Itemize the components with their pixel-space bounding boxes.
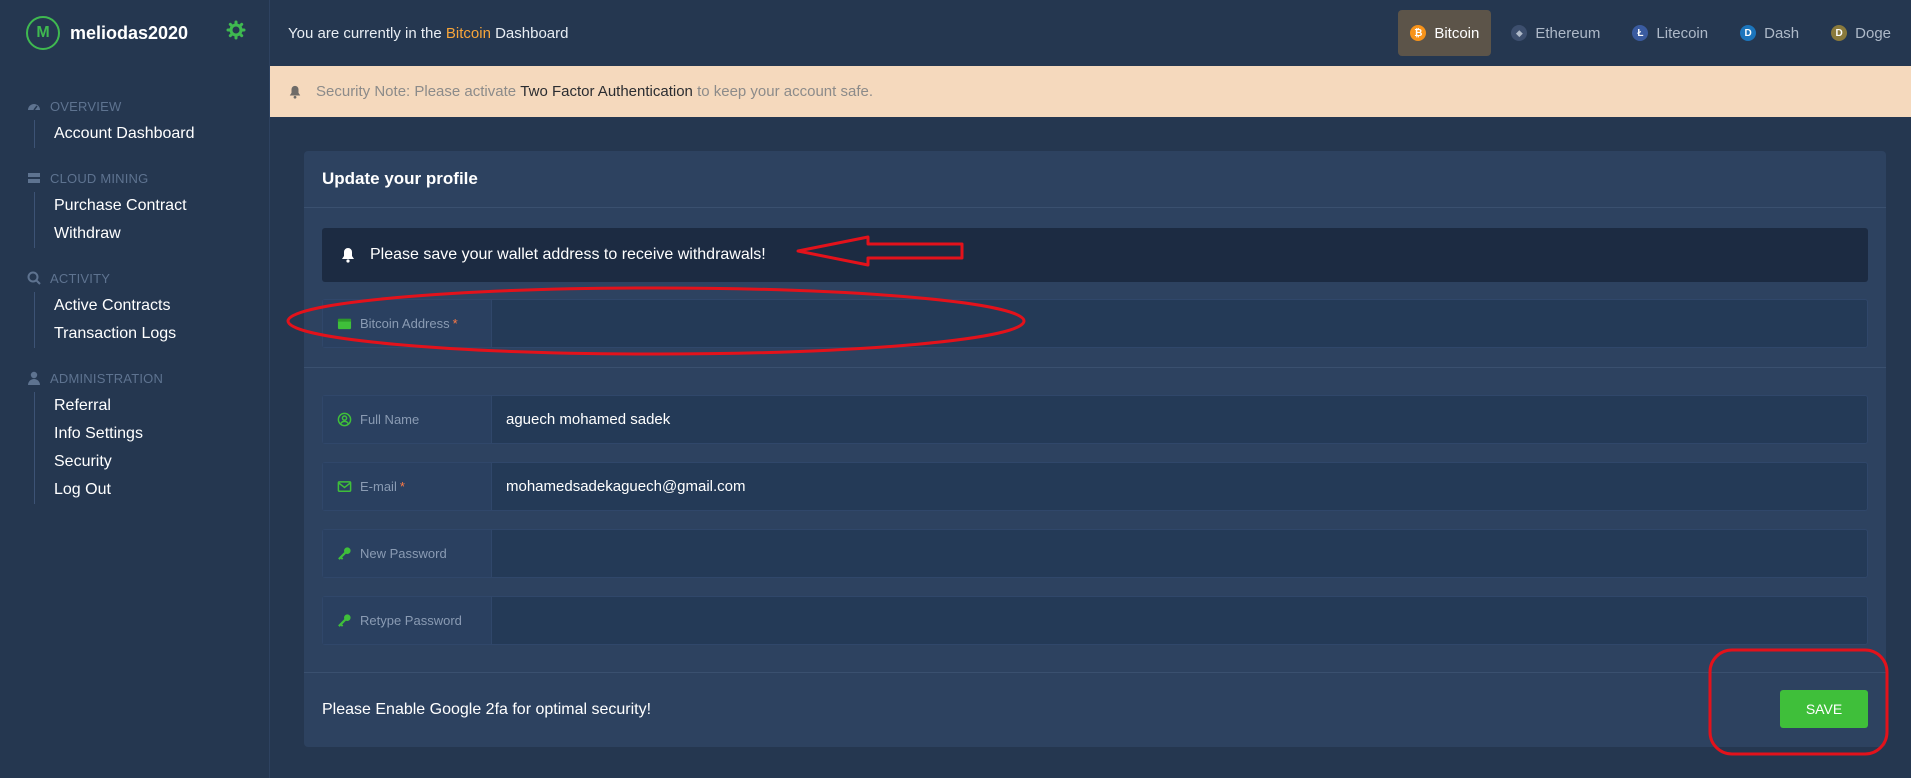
nav-heading-administration: ADMINISTRATION: [26, 368, 269, 388]
gear-icon[interactable]: [226, 20, 246, 40]
sidebar-item-log-out[interactable]: Log Out: [35, 476, 269, 504]
bell-icon: [289, 85, 301, 99]
nav-section-activity: ACTIVITY Active Contracts Transaction Lo…: [0, 268, 269, 348]
full-name-input[interactable]: [492, 396, 1867, 443]
retype-password-label: Retype Password: [323, 597, 492, 644]
bitcoin-address-field: Bitcoin Address *: [322, 299, 1868, 348]
user-circle-icon: [337, 412, 352, 427]
tab-ethereum[interactable]: ◆ Ethereum: [1499, 10, 1612, 56]
tab-dash[interactable]: D Dash: [1728, 10, 1811, 56]
nav-heading-cloud-mining: CLOUD MINING: [26, 168, 269, 188]
tab-bitcoin[interactable]: ₿ Bitcoin: [1398, 10, 1492, 56]
email-field: E-mail *: [322, 462, 1868, 511]
bell-icon: [342, 248, 354, 263]
key-icon: [338, 614, 351, 627]
nav-list: Referral Info Settings Security Log Out: [34, 392, 269, 504]
coin-tabs: ₿ Bitcoin ◆ Ethereum Ł Litecoin D Dash D…: [1398, 10, 1911, 56]
nav-section-overview: OVERVIEW Account Dashboard: [0, 96, 269, 148]
card-title: Update your profile: [304, 151, 1886, 208]
sidebar-item-account-dashboard[interactable]: Account Dashboard: [35, 120, 269, 148]
nav-list: Purchase Contract Withdraw: [34, 192, 269, 248]
sidebar-item-withdraw[interactable]: Withdraw: [35, 220, 269, 248]
two-factor-link[interactable]: Two Factor Authentication: [520, 83, 693, 100]
bitcoin-address-label: Bitcoin Address *: [323, 300, 492, 347]
dash-icon: D: [1740, 25, 1757, 41]
sidebar-item-purchase-contract[interactable]: Purchase Contract: [35, 192, 269, 220]
email-input[interactable]: [492, 463, 1867, 510]
retype-password-input[interactable]: [492, 597, 1867, 644]
nav-heading-overview: OVERVIEW: [26, 96, 269, 116]
retype-password-field: Retype Password: [322, 596, 1868, 645]
dashboard-context: You are currently in the Bitcoin Dashboa…: [288, 24, 569, 42]
server-icon: [28, 173, 40, 183]
nav-list: Account Dashboard: [34, 120, 269, 148]
new-password-field: New Password: [322, 529, 1868, 578]
username: meliodas2020: [70, 22, 189, 43]
bitcoin-icon: ₿: [1410, 25, 1427, 41]
tab-litecoin[interactable]: Ł Litecoin: [1620, 10, 1720, 56]
google-2fa-hint: Please Enable Google 2fa for optimal sec…: [322, 700, 652, 718]
save-button[interactable]: SAVE: [1780, 690, 1868, 728]
user-icon: [28, 371, 40, 385]
sidebar-item-referral[interactable]: Referral: [35, 392, 269, 420]
full-name-label: Full Name: [323, 396, 492, 443]
bitcoin-address-input[interactable]: [492, 300, 1867, 347]
sidebar-item-transaction-logs[interactable]: Transaction Logs: [35, 320, 269, 348]
sidebar: M meliodas2020 OVERVIEW Account Dashboar…: [0, 0, 270, 778]
divider: [304, 367, 1886, 368]
sidebar-item-security[interactable]: Security: [35, 448, 269, 476]
wallet-icon: [337, 318, 352, 330]
card-footer: Please Enable Google 2fa for optimal sec…: [304, 672, 1886, 747]
sidebar-item-info-settings[interactable]: Info Settings: [35, 420, 269, 448]
litecoin-icon: Ł: [1632, 25, 1649, 41]
nav-section-administration: ADMINISTRATION Referral Info Settings Se…: [0, 368, 269, 504]
profile-card: Update your profile Please save your wal…: [304, 151, 1886, 747]
wallet-alert: Please save your wallet address to recei…: [322, 228, 1868, 282]
doge-icon: D: [1831, 25, 1848, 41]
tab-doge[interactable]: D Doge: [1819, 10, 1903, 56]
brand-logo-icon: M: [26, 16, 60, 50]
nav-section-cloud-mining: CLOUD MINING Purchase Contract Withdraw: [0, 168, 269, 248]
security-notice: Security Note: Please activate Two Facto…: [270, 66, 1911, 117]
dashboard-icon: [28, 104, 40, 111]
search-icon: [27, 271, 41, 285]
key-icon: [338, 547, 351, 560]
envelope-icon: [337, 481, 352, 492]
new-password-label: New Password: [323, 530, 492, 577]
current-coin: Bitcoin: [445, 24, 491, 42]
new-password-input[interactable]: [492, 530, 1867, 577]
top-bar: You are currently in the Bitcoin Dashboa…: [270, 0, 1911, 66]
email-label: E-mail *: [323, 463, 492, 510]
ethereum-icon: ◆: [1511, 25, 1528, 41]
nav-list: Active Contracts Transaction Logs: [34, 292, 269, 348]
full-name-field: Full Name: [322, 395, 1868, 444]
sidebar-item-active-contracts[interactable]: Active Contracts: [35, 292, 269, 320]
nav-heading-activity: ACTIVITY: [26, 268, 269, 288]
